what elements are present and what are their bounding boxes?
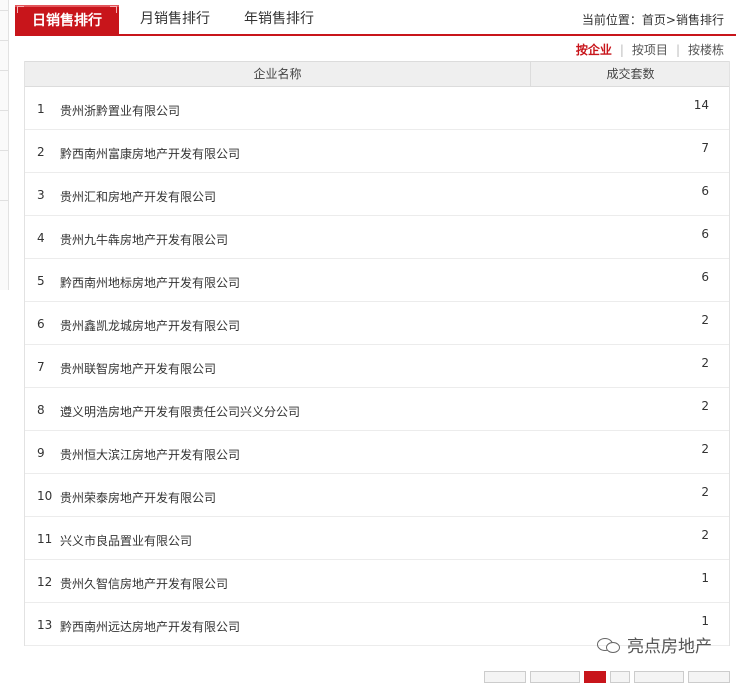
breadcrumb-prefix: 当前位置： [581, 13, 642, 27]
tab-monthly-sales[interactable]: 月销售排行 [123, 5, 227, 34]
table-body: 1 贵州浙黔置业有限公司 14 2 黔西南州富康房地产开发有限公司 7 3 贵州汇和房地产… [25, 87, 729, 646]
table-row: 11 兴义市良品置业有限公司 2 [25, 517, 729, 560]
pagination-last-button[interactable] [688, 671, 730, 683]
ranking-tab-bar: 日销售排行 月销售排行 年销售排行 当前位置：首页>销售排行 [15, 0, 736, 36]
company-name: 贵州九牛犇房地产开发有限公司 [60, 233, 229, 247]
pagination-current-page[interactable] [584, 671, 606, 683]
table-row: 12 贵州久智信房地产开发有限公司 1 [25, 560, 729, 603]
company-name: 贵州久智信房地产开发有限公司 [60, 577, 229, 591]
company-name: 黔西南州远达房地产开发有限公司 [60, 620, 241, 634]
column-header-units-sold: 成交套数 [530, 62, 730, 86]
pagination-next-button[interactable] [634, 671, 684, 683]
company-name: 贵州荣泰房地产开发有限公司 [60, 491, 217, 505]
tab-label: 年销售排行 [244, 11, 314, 27]
sales-ranking-table: 企业名称 成交套数 1 贵州浙黔置业有限公司 14 2 黔西南州富康房地产开发有限公司… [24, 61, 730, 646]
sort-by-building[interactable]: 按楼栋 [688, 43, 724, 57]
breadcrumb-current: 销售排行 [675, 13, 724, 27]
rank-number: 4 [37, 231, 45, 245]
company-name: 黔西南州富康房地产开发有限公司 [60, 147, 241, 161]
company-name: 黔西南州地标房地产开发有限公司 [60, 276, 241, 290]
sort-separator: | [675, 43, 680, 57]
rank-number: 8 [37, 403, 45, 417]
units-sold: 6 [701, 270, 709, 284]
column-header-company: 企业名称 [253, 67, 302, 81]
rank-number: 6 [37, 317, 45, 331]
units-sold: 6 [701, 227, 709, 241]
sort-by-project[interactable]: 按项目 [632, 43, 668, 57]
rank-number: 12 [37, 575, 53, 589]
tab-label: 日销售排行 [32, 13, 102, 29]
tab-yearly-sales[interactable]: 年销售排行 [227, 5, 331, 34]
pagination-button[interactable] [610, 671, 630, 683]
watermark-text: 亮点房地产 [627, 637, 712, 657]
pagination [0, 671, 746, 683]
table-row: 2 黔西南州富康房地产开发有限公司 7 [25, 130, 729, 173]
table-row: 1 贵州浙黔置业有限公司 14 [25, 87, 729, 130]
rank-number: 3 [37, 188, 45, 202]
table-row: 9 贵州恒大滨江房地产开发有限公司 2 [25, 431, 729, 474]
company-name: 贵州浙黔置业有限公司 [60, 104, 181, 118]
table-row: 10 贵州荣泰房地产开发有限公司 2 [25, 474, 729, 517]
units-sold: 2 [701, 313, 709, 327]
units-sold: 6 [701, 184, 709, 198]
watermark: 亮点房地产 [597, 632, 712, 657]
rank-number: 11 [37, 532, 53, 546]
left-panel-edge [0, 0, 9, 290]
table-row: 7 贵州联智房地产开发有限公司 2 [25, 345, 729, 388]
company-name: 贵州鑫凯龙城房地产开发有限公司 [60, 319, 241, 333]
units-sold: 1 [701, 571, 709, 585]
company-name: 兴义市良品置业有限公司 [60, 534, 193, 548]
rank-number: 13 [37, 618, 53, 632]
table-row: 8 遵义明浩房地产开发有限责任公司兴义分公司 2 [25, 388, 729, 431]
rank-number: 5 [37, 274, 45, 288]
breadcrumb: 当前位置：首页>销售排行 [582, 11, 724, 28]
rank-number: 10 [37, 489, 53, 503]
table-row: 6 贵州鑫凯龙城房地产开发有限公司 2 [25, 302, 729, 345]
units-sold: 2 [701, 485, 709, 499]
breadcrumb-separator: > [665, 13, 676, 27]
rank-number: 2 [37, 145, 45, 159]
units-sold: 2 [701, 399, 709, 413]
company-name: 贵州汇和房地产开发有限公司 [60, 190, 217, 204]
breadcrumb-home-link[interactable]: 首页 [642, 13, 666, 27]
tab-label: 月销售排行 [140, 11, 210, 27]
table-row: 4 贵州九牛犇房地产开发有限公司 6 [25, 216, 729, 259]
wechat-icon [597, 636, 621, 654]
pagination-button[interactable] [530, 671, 580, 683]
company-name: 遵义明浩房地产开发有限责任公司兴义分公司 [60, 405, 301, 419]
units-sold: 7 [701, 141, 709, 155]
sort-separator: | [619, 43, 624, 57]
tab-corner-decoration [17, 6, 24, 13]
sort-options: 按企业 | 按项目 | 按楼栋 [576, 41, 724, 58]
rank-number: 9 [37, 446, 45, 460]
tab-corner-decoration [110, 6, 117, 13]
table-row: 5 黔西南州地标房地产开发有限公司 6 [25, 259, 729, 302]
rank-number: 7 [37, 360, 45, 374]
pagination-prev-button[interactable] [484, 671, 526, 683]
company-name: 贵州恒大滨江房地产开发有限公司 [60, 448, 241, 462]
units-sold: 14 [693, 98, 709, 112]
units-sold: 2 [701, 356, 709, 370]
table-header: 企业名称 成交套数 [25, 61, 729, 87]
units-sold: 1 [701, 614, 709, 628]
units-sold: 2 [701, 528, 709, 542]
sort-by-company[interactable]: 按企业 [576, 43, 612, 57]
tab-daily-sales[interactable]: 日销售排行 [15, 5, 119, 36]
rank-number: 1 [37, 102, 45, 116]
table-row: 3 贵州汇和房地产开发有限公司 6 [25, 173, 729, 216]
units-sold: 2 [701, 442, 709, 456]
company-name: 贵州联智房地产开发有限公司 [60, 362, 217, 376]
